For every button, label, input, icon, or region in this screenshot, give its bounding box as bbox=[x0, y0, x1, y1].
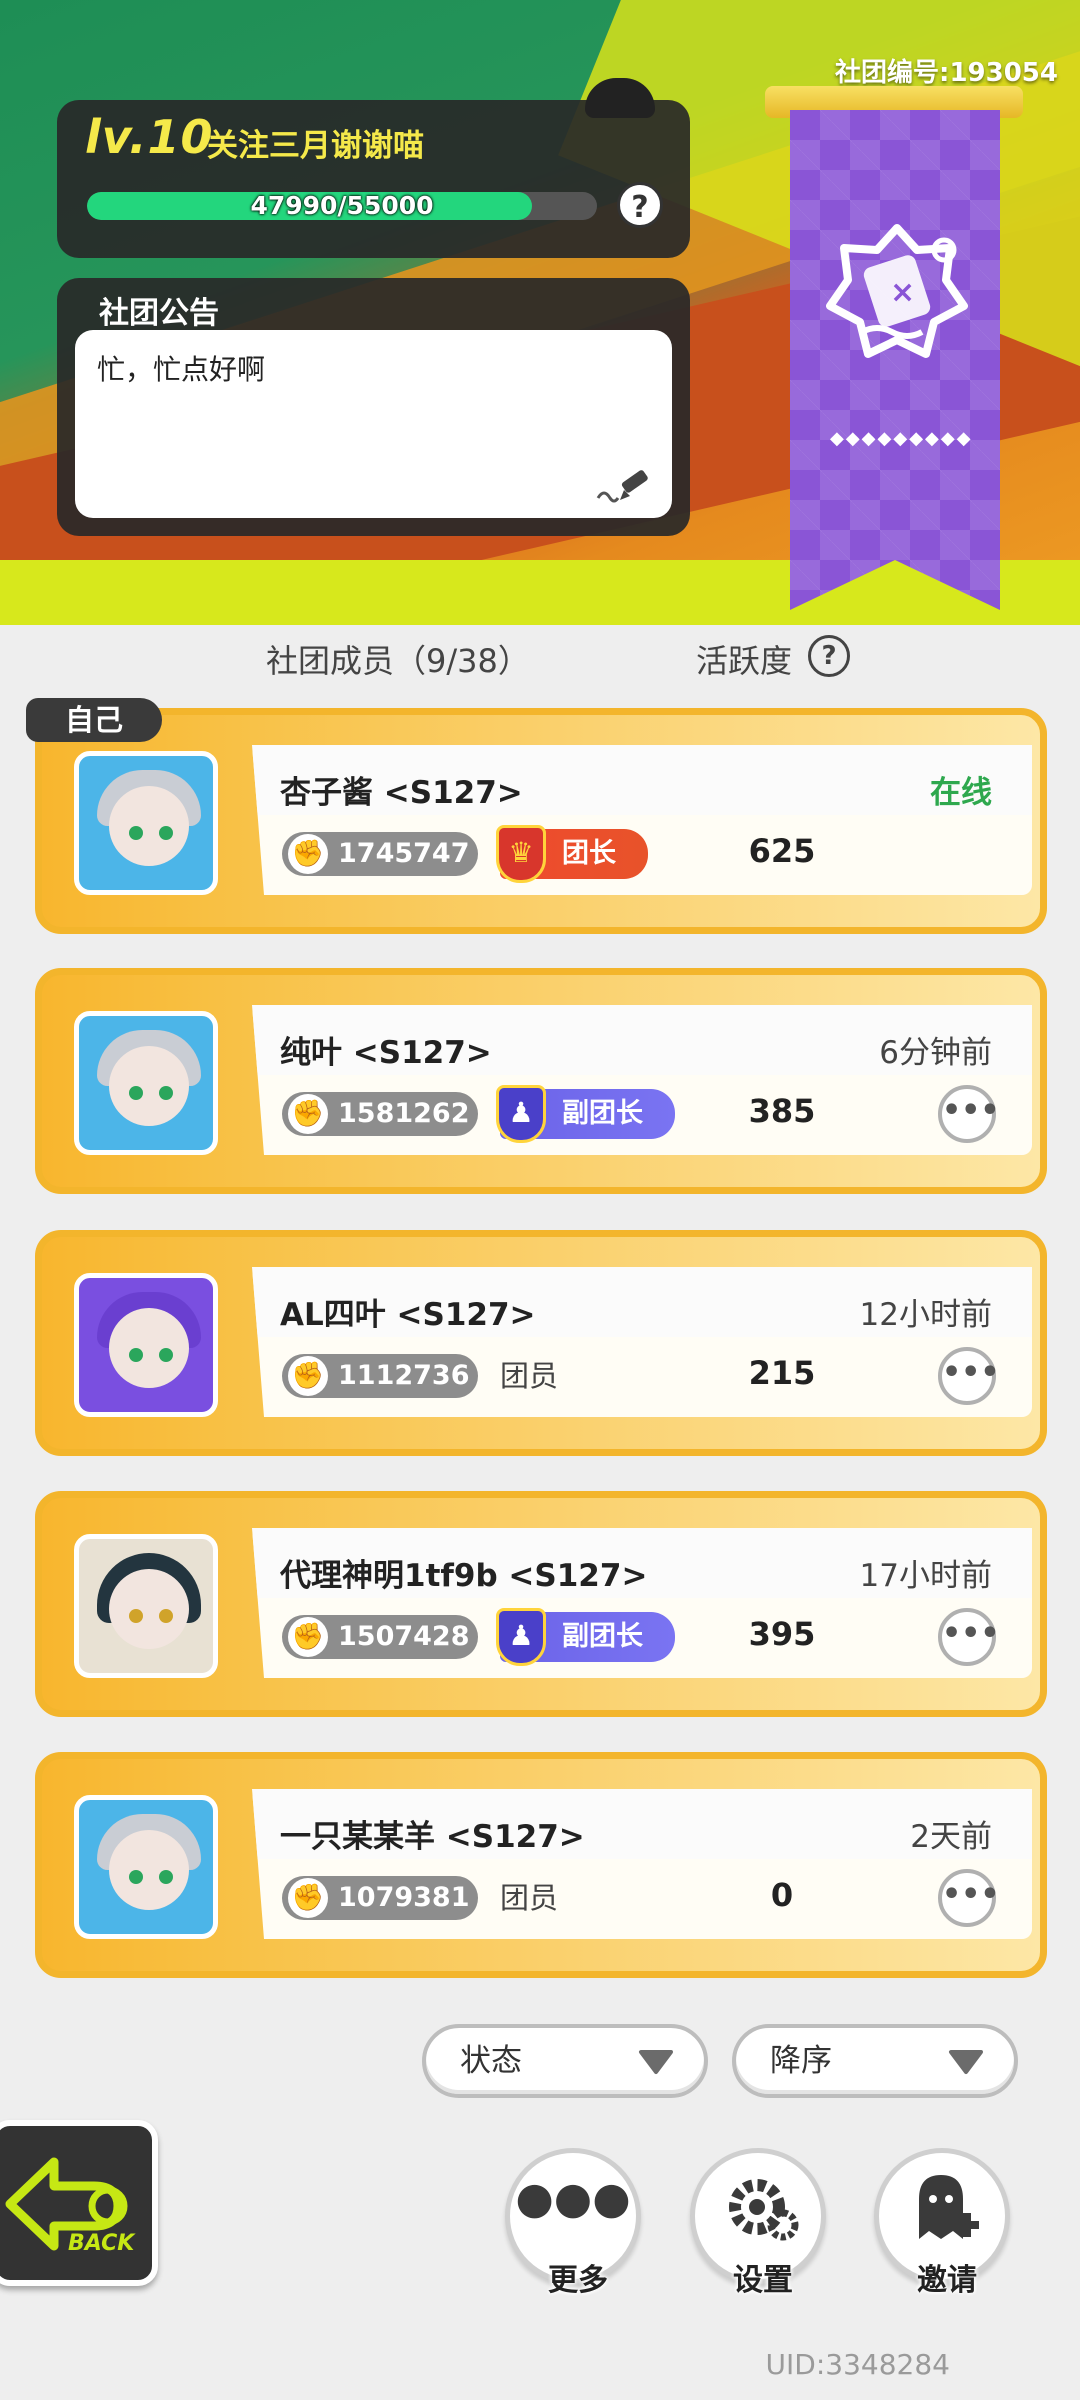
member-status: 17小时前 bbox=[859, 1558, 992, 1594]
member-status: 6分钟前 bbox=[879, 1035, 992, 1071]
member-power-badge: ✊ 1581262 bbox=[282, 1092, 478, 1136]
members-count-label: 社团成员（9/38） bbox=[266, 642, 530, 680]
fist-icon: ✊ bbox=[288, 1356, 328, 1396]
club-level: lv.10 bbox=[85, 110, 214, 164]
fist-icon: ✊ bbox=[288, 834, 328, 874]
back-arrow-icon: BACK bbox=[5, 2157, 136, 2256]
activity-column-label: 活跃度 bbox=[696, 642, 793, 680]
member-card[interactable]: 一只某某羊 <S127> 2天前 ✊ 1079381 团员 0 ••• bbox=[35, 1752, 1047, 1978]
member-power: 1581262 bbox=[338, 1098, 470, 1129]
club-name: 关注三月谢谢喵 bbox=[207, 128, 424, 164]
more-button[interactable]: ●●● 更多 bbox=[505, 2148, 641, 2298]
club-id: 社团编号:193054 bbox=[835, 58, 1058, 88]
activity-help-icon[interactable]: ? bbox=[808, 635, 850, 677]
svg-text:×: × bbox=[890, 275, 915, 310]
edit-notice-icon[interactable] bbox=[594, 468, 654, 508]
sort-order-label: 降序 bbox=[770, 2043, 832, 2079]
invite-label: 邀请 bbox=[917, 2263, 977, 2298]
self-tag: 自己 bbox=[26, 698, 162, 742]
user-uid: UID:3348284 bbox=[765, 2348, 950, 2381]
fist-icon: ✊ bbox=[288, 1878, 328, 1918]
level-help-icon[interactable]: ? bbox=[617, 182, 663, 228]
member-activity: 395 bbox=[748, 1615, 816, 1653]
member-activity: 215 bbox=[748, 1354, 816, 1392]
notice-panel: 社团公告 忙，忙点好啊 bbox=[57, 278, 690, 536]
gear-icon bbox=[729, 2179, 799, 2241]
crown-shield-icon: ♛ bbox=[496, 825, 546, 883]
add-person-icon bbox=[919, 2175, 979, 2239]
fist-icon: ✊ bbox=[288, 1617, 328, 1657]
chevron-down-icon bbox=[639, 2050, 673, 2074]
silver-hair-girl-avatar[interactable] bbox=[74, 1795, 218, 1939]
status-filter-dropdown[interactable]: 状态 bbox=[422, 2024, 708, 2098]
member-role-badge: ♟ 副团长 bbox=[496, 1608, 675, 1666]
member-role: 副团长 bbox=[562, 1621, 643, 1652]
xp-progress-text: 47990/55000 bbox=[250, 192, 434, 220]
banner-decoration: ◆◆◆◆◆◆◆◆◆ bbox=[830, 428, 973, 449]
member-role-badge: ♛ 团长 bbox=[496, 825, 648, 883]
member-name: 一只某某羊 <S127> bbox=[280, 1819, 585, 1855]
dark-hair-character-avatar[interactable] bbox=[74, 1534, 218, 1678]
notice-title: 社团公告 bbox=[99, 296, 219, 331]
purple-hair-girl-avatar[interactable] bbox=[74, 1273, 218, 1417]
xp-progress-bar: 47990/55000 bbox=[87, 192, 597, 220]
member-role-badge: ♟ 副团长 bbox=[496, 1085, 675, 1143]
member-card[interactable]: 杏子酱 <S127> 在线 ✊ 1745747 ♛ 团长 625 bbox=[35, 708, 1047, 934]
member-name: 杏子酱 <S127> bbox=[280, 775, 523, 811]
back-button[interactable]: BACK bbox=[0, 2120, 158, 2286]
invite-button[interactable]: 邀请 bbox=[874, 2148, 1010, 2298]
fist-icon: ✊ bbox=[288, 1094, 328, 1134]
notice-text: 忙，忙点好啊 bbox=[97, 353, 266, 386]
member-power-badge: ✊ 1507428 bbox=[282, 1615, 478, 1659]
member-role: 团员 bbox=[500, 1359, 559, 1393]
club-level-panel: lv.10 关注三月谢谢喵 47990/55000 ? bbox=[57, 100, 690, 258]
member-card[interactable]: AL四叶 <S127> 12小时前 ✊ 1112736 团员 215 ••• bbox=[35, 1230, 1047, 1456]
member-power-badge: ✊ 1112736 bbox=[282, 1354, 478, 1398]
silver-hair-girl-avatar[interactable] bbox=[74, 1011, 218, 1155]
person-shield-icon: ♟ bbox=[496, 1085, 546, 1143]
member-role: 团员 bbox=[500, 1881, 559, 1915]
member-name: 纯叶 <S127> bbox=[280, 1035, 492, 1071]
member-power-badge: ✊ 1745747 bbox=[282, 832, 478, 876]
member-more-options-button[interactable]: ••• bbox=[938, 1608, 1000, 1666]
member-name: 代理神明1tf9b <S127> bbox=[280, 1558, 648, 1594]
member-name: AL四叶 <S127> bbox=[280, 1297, 536, 1333]
member-power: 1112736 bbox=[338, 1360, 470, 1391]
member-role: 副团长 bbox=[562, 1098, 643, 1129]
more-label: 更多 bbox=[548, 2263, 608, 2298]
sort-order-dropdown[interactable]: 降序 bbox=[732, 2024, 1018, 2098]
member-more-options-button[interactable]: ••• bbox=[938, 1869, 1000, 1927]
chevron-down-icon bbox=[949, 2050, 983, 2074]
svg-text:BACK: BACK bbox=[68, 2231, 136, 2256]
member-activity: 385 bbox=[748, 1092, 816, 1130]
settings-label: 设置 bbox=[733, 2263, 793, 2298]
club-screen: 社团编号:193054 lv.10 关注三月谢谢喵 47990/55000 ? … bbox=[0, 0, 1080, 2400]
more-dots-icon: ●●● bbox=[515, 2173, 631, 2224]
member-role: 团长 bbox=[562, 838, 616, 869]
member-more-options-button[interactable]: ••• bbox=[938, 1085, 1000, 1143]
person-shield-icon: ♟ bbox=[496, 1608, 546, 1666]
member-status: 在线 bbox=[930, 775, 992, 811]
settings-button[interactable]: 设置 bbox=[690, 2148, 826, 2298]
member-activity: 625 bbox=[748, 832, 816, 870]
silver-hair-girl-avatar[interactable] bbox=[74, 751, 218, 895]
club-emblem-icon: × bbox=[826, 224, 968, 358]
notice-box: 忙，忙点好啊 bbox=[75, 330, 672, 518]
member-power: 1745747 bbox=[338, 838, 470, 869]
member-power: 1079381 bbox=[338, 1882, 470, 1913]
member-status: 12小时前 bbox=[859, 1297, 992, 1333]
member-card[interactable]: 纯叶 <S127> 6分钟前 ✊ 1581262 ♟ 副团长 385 ••• bbox=[35, 968, 1047, 1194]
member-card[interactable]: 代理神明1tf9b <S127> 17小时前 ✊ 1507428 ♟ 副团长 3… bbox=[35, 1491, 1047, 1717]
member-status: 2天前 bbox=[910, 1819, 992, 1855]
member-more-options-button[interactable]: ••• bbox=[938, 1347, 1000, 1405]
status-filter-label: 状态 bbox=[460, 2043, 522, 2079]
member-power-badge: ✊ 1079381 bbox=[282, 1876, 478, 1920]
member-activity: 0 bbox=[770, 1876, 794, 1914]
member-power: 1507428 bbox=[338, 1621, 470, 1652]
